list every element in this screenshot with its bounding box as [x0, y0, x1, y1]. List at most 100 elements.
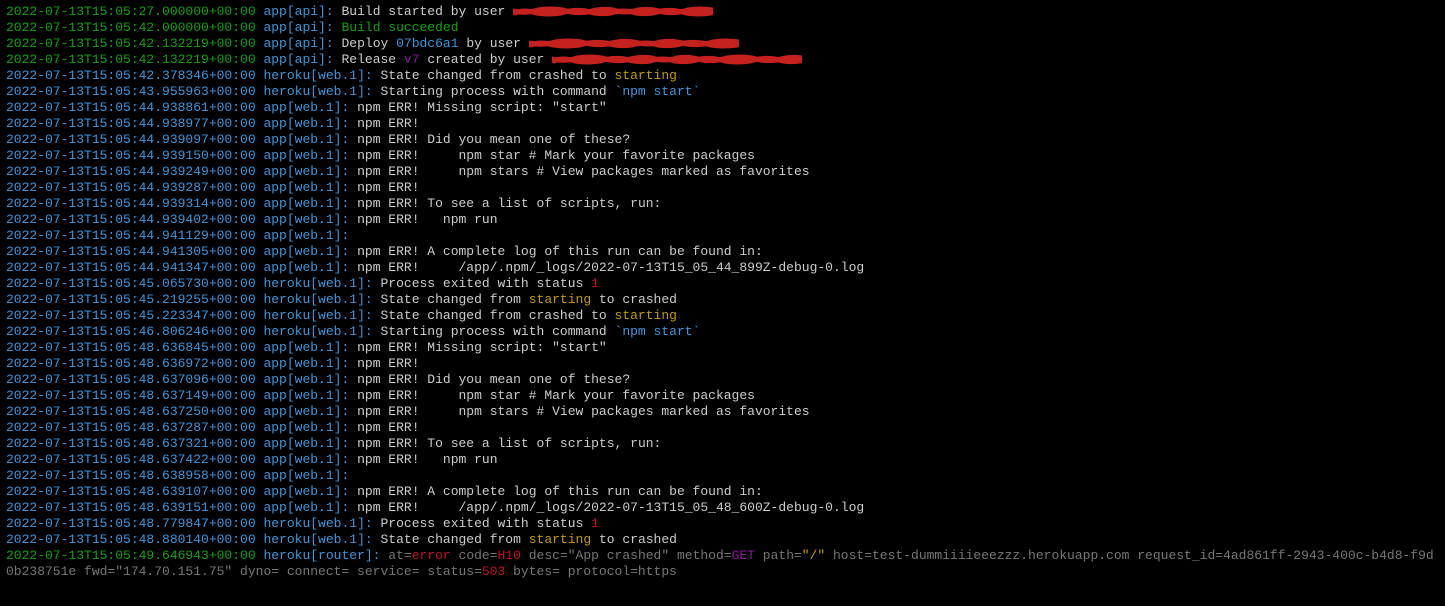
log-source: heroku[web.1]: — [263, 276, 372, 291]
log-timestamp: 2022-07-13T15:05:44.939287+00:00 — [6, 180, 256, 195]
log-message-segment: Release — [341, 52, 403, 67]
log-message-segment: Process exited with status — [380, 276, 591, 291]
log-message-segment: npm ERR! A complete log of this run can … — [357, 484, 763, 499]
log-message-segment: npm ERR! Missing script: "start" — [357, 340, 607, 355]
log-source: app[web.1]: — [263, 164, 349, 179]
log-line: 2022-07-13T15:05:48.637250+00:00 app[web… — [6, 404, 1439, 420]
log-line: 2022-07-13T15:05:42.378346+00:00 heroku[… — [6, 68, 1439, 84]
log-source: heroku[web.1]: — [263, 292, 372, 307]
log-timestamp: 2022-07-13T15:05:48.636845+00:00 — [6, 340, 256, 355]
log-source: app[web.1]: — [263, 436, 349, 451]
log-message-segment: State changed from — [380, 292, 528, 307]
log-line: 2022-07-13T15:05:48.636845+00:00 app[web… — [6, 340, 1439, 356]
log-timestamp: 2022-07-13T15:05:44.939402+00:00 — [6, 212, 256, 227]
log-source: app[web.1]: — [263, 148, 349, 163]
log-message-segment: Build succeeded — [341, 20, 458, 35]
log-timestamp: 2022-07-13T15:05:44.939097+00:00 — [6, 132, 256, 147]
log-source: app[web.1]: — [263, 500, 349, 515]
log-message-segment: Starting process with command — [380, 84, 614, 99]
log-message-segment: State changed from crashed to — [380, 68, 614, 83]
log-source: app[web.1]: — [263, 260, 349, 275]
log-source: heroku[web.1]: — [263, 532, 372, 547]
log-source: heroku[web.1]: — [263, 68, 372, 83]
log-line: 2022-07-13T15:05:44.939402+00:00 app[web… — [6, 212, 1439, 228]
log-source: app[api]: — [263, 52, 333, 67]
log-timestamp: 2022-07-13T15:05:48.639151+00:00 — [6, 500, 256, 515]
log-line: 2022-07-13T15:05:48.637422+00:00 app[web… — [6, 452, 1439, 468]
log-message-segment: `npm start` — [615, 84, 701, 99]
log-message-segment: bytes= protocol=https — [505, 564, 677, 579]
log-message-segment: npm ERR! To see a list of scripts, run: — [357, 196, 661, 211]
log-timestamp: 2022-07-13T15:05:42.132219+00:00 — [6, 52, 256, 67]
log-source: app[api]: — [263, 4, 333, 19]
log-source: app[web.1]: — [263, 228, 349, 243]
log-timestamp: 2022-07-13T15:05:48.637321+00:00 — [6, 436, 256, 451]
log-timestamp: 2022-07-13T15:05:48.639107+00:00 — [6, 484, 256, 499]
log-source: app[web.1]: — [263, 388, 349, 403]
log-message-segment: Deploy — [341, 36, 396, 51]
log-message-segment: npm ERR! Did you mean one of these? — [357, 132, 630, 147]
log-message-segment: Process exited with status — [380, 516, 591, 531]
log-source: app[api]: — [263, 20, 333, 35]
log-timestamp: 2022-07-13T15:05:48.880140+00:00 — [6, 532, 256, 547]
log-message-segment: by user — [459, 36, 529, 51]
log-line: 2022-07-13T15:05:42.132219+00:00 app[api… — [6, 52, 1439, 68]
log-timestamp: 2022-07-13T15:05:48.638958+00:00 — [6, 468, 256, 483]
log-timestamp: 2022-07-13T15:05:42.378346+00:00 — [6, 68, 256, 83]
log-line: 2022-07-13T15:05:48.639151+00:00 app[web… — [6, 500, 1439, 516]
log-source: app[web.1]: — [263, 340, 349, 355]
log-line: 2022-07-13T15:05:44.939150+00:00 app[web… — [6, 148, 1439, 164]
log-timestamp: 2022-07-13T15:05:42.000000+00:00 — [6, 20, 256, 35]
log-timestamp: 2022-07-13T15:05:45.065730+00:00 — [6, 276, 256, 291]
log-source: app[web.1]: — [263, 420, 349, 435]
log-line: 2022-07-13T15:05:44.938977+00:00 app[web… — [6, 116, 1439, 132]
log-output[interactable]: 2022-07-13T15:05:27.000000+00:00 app[api… — [0, 0, 1445, 584]
log-source: app[web.1]: — [263, 372, 349, 387]
log-timestamp: 2022-07-13T15:05:44.939314+00:00 — [6, 196, 256, 211]
log-timestamp: 2022-07-13T15:05:44.939249+00:00 — [6, 164, 256, 179]
log-message-segment: starting — [615, 68, 677, 83]
log-line: 2022-07-13T15:05:48.638958+00:00 app[web… — [6, 468, 1439, 484]
log-source: app[web.1]: — [263, 132, 349, 147]
log-source: app[web.1]: — [263, 100, 349, 115]
log-message-segment: npm ERR! Missing script: "start" — [357, 100, 607, 115]
log-timestamp: 2022-07-13T15:05:48.637096+00:00 — [6, 372, 256, 387]
log-message-segment: 07bdc6a1 — [396, 36, 458, 51]
log-timestamp: 2022-07-13T15:05:44.938977+00:00 — [6, 116, 256, 131]
log-message-segment: desc="App crashed" method= — [521, 548, 732, 563]
log-line: 2022-07-13T15:05:45.223347+00:00 heroku[… — [6, 308, 1439, 324]
log-source: heroku[web.1]: — [263, 324, 372, 339]
log-source: app[web.1]: — [263, 484, 349, 499]
log-line: 2022-07-13T15:05:46.806246+00:00 heroku[… — [6, 324, 1439, 340]
log-timestamp: 2022-07-13T15:05:44.941347+00:00 — [6, 260, 256, 275]
log-source: heroku[web.1]: — [263, 84, 372, 99]
log-line: 2022-07-13T15:05:27.000000+00:00 app[api… — [6, 4, 1439, 20]
log-timestamp: 2022-07-13T15:05:44.938861+00:00 — [6, 100, 256, 115]
log-timestamp: 2022-07-13T15:05:44.941129+00:00 — [6, 228, 256, 243]
log-timestamp: 2022-07-13T15:05:48.779847+00:00 — [6, 516, 256, 531]
log-message-segment: 503 — [482, 564, 505, 579]
log-message-segment: npm ERR! Did you mean one of these? — [357, 372, 630, 387]
log-line: 2022-07-13T15:05:44.939287+00:00 app[web… — [6, 180, 1439, 196]
log-message-segment: npm ERR! — [357, 116, 419, 131]
log-line: 2022-07-13T15:05:48.639107+00:00 app[web… — [6, 484, 1439, 500]
log-line: 2022-07-13T15:05:44.938861+00:00 app[web… — [6, 100, 1439, 116]
log-message-segment: npm ERR! — [357, 180, 419, 195]
log-message-segment: State changed from — [380, 532, 528, 547]
log-message-segment: npm ERR! A complete log of this run can … — [357, 244, 763, 259]
log-source: heroku[router]: — [263, 548, 380, 563]
log-message-segment: npm ERR! /app/.npm/_logs/2022-07-13T15_0… — [357, 500, 864, 515]
log-source: app[web.1]: — [263, 196, 349, 211]
log-message-segment: 1 — [591, 276, 599, 291]
log-message-segment: starting — [529, 292, 591, 307]
log-line: 2022-07-13T15:05:48.779847+00:00 heroku[… — [6, 516, 1439, 532]
log-line: 2022-07-13T15:05:42.000000+00:00 app[api… — [6, 20, 1439, 36]
redaction-mark — [552, 52, 802, 66]
log-message-segment: "/" — [802, 548, 825, 563]
redaction-mark — [529, 36, 739, 50]
log-message-segment: npm ERR! — [357, 420, 419, 435]
log-line: 2022-07-13T15:05:43.955963+00:00 heroku[… — [6, 84, 1439, 100]
log-message-segment: GET — [732, 548, 755, 563]
log-timestamp: 2022-07-13T15:05:48.637149+00:00 — [6, 388, 256, 403]
log-message-segment: v7 — [404, 52, 420, 67]
